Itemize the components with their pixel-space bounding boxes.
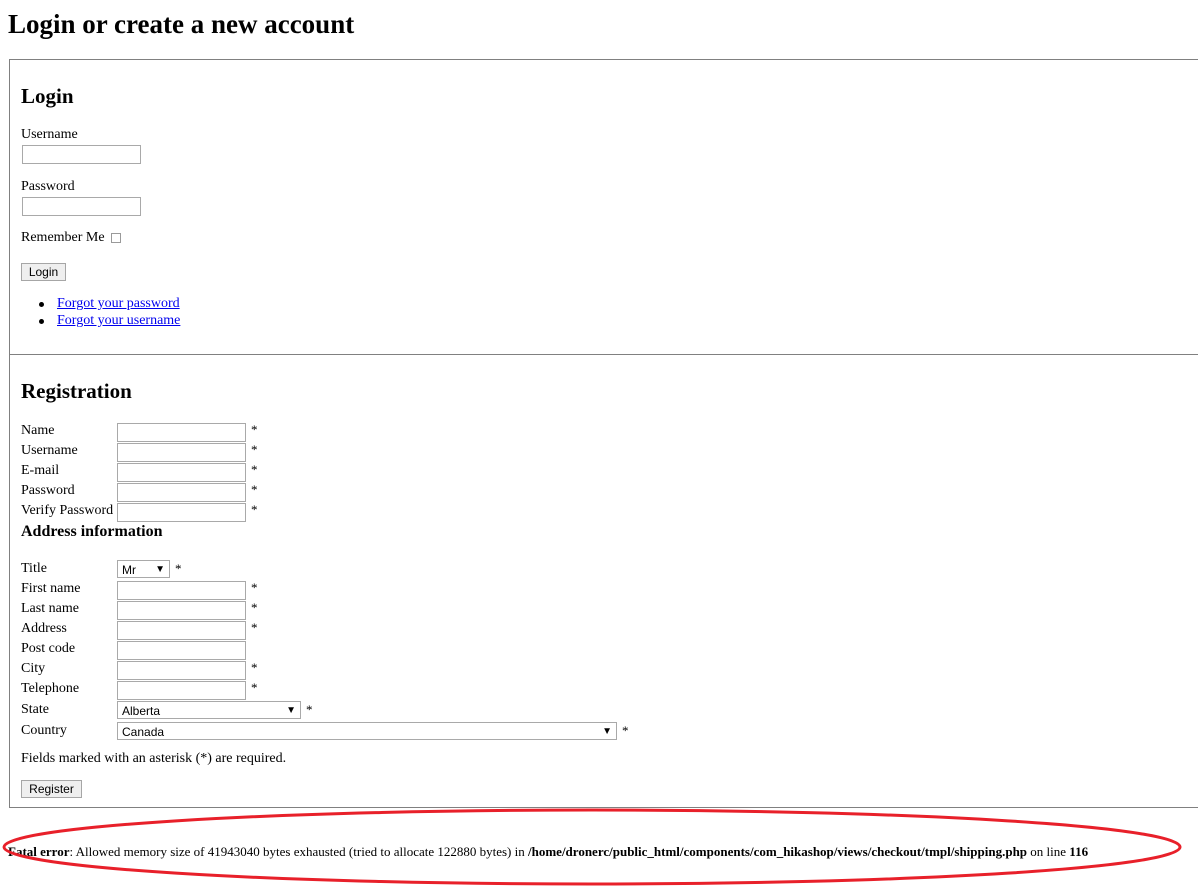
reg-username-label: Username — [21, 443, 78, 458]
reg-verify-password-label: Verify Password — [21, 503, 114, 518]
dropdown-arrow-icon: ▼ — [602, 726, 612, 737]
remember-me-checkbox[interactable] — [111, 233, 121, 243]
address-info-heading: Address information — [21, 523, 163, 540]
reg-verify-password-input[interactable] — [117, 503, 246, 522]
forgot-password-link[interactable]: Forgot your password — [57, 296, 180, 312]
required-mark: * — [306, 702, 313, 717]
reg-name-input[interactable] — [117, 423, 246, 442]
country-label: Country — [21, 723, 67, 738]
country-select-value: Canada — [122, 725, 165, 739]
required-mark: * — [251, 442, 258, 457]
forgot-username-link[interactable]: Forgot your username — [57, 313, 180, 329]
bullet-icon — [39, 302, 44, 307]
reg-username-input[interactable] — [117, 443, 246, 462]
login-username-input[interactable] — [22, 145, 141, 164]
login-fieldset — [9, 59, 1198, 355]
bullet-icon — [39, 319, 44, 324]
city-label: City — [21, 661, 46, 676]
required-mark: * — [251, 660, 258, 675]
state-select-value: Alberta — [122, 704, 161, 718]
state-label: State — [21, 702, 49, 717]
last-name-label: Last name — [21, 601, 79, 616]
required-mark: * — [251, 502, 258, 517]
error-highlight-ellipse — [2, 808, 1182, 886]
login-button[interactable]: Login — [21, 263, 66, 281]
first-name-label: First name — [21, 581, 81, 596]
required-mark: * — [251, 482, 258, 497]
required-mark: * — [251, 680, 258, 695]
required-mark: * — [622, 723, 629, 738]
register-button[interactable]: Register — [21, 780, 82, 798]
address-label: Address — [21, 621, 67, 636]
required-mark: * — [251, 422, 258, 437]
login-username-label: Username — [21, 127, 78, 142]
country-select[interactable]: Canada ▼ — [117, 722, 617, 740]
state-select[interactable]: Alberta ▼ — [117, 701, 301, 719]
title-label: Title — [21, 561, 47, 576]
title-select[interactable]: Mr ▼ — [117, 560, 170, 578]
dropdown-arrow-icon: ▼ — [155, 564, 165, 575]
reg-password-input[interactable] — [117, 483, 246, 502]
registration-heading: Registration — [21, 379, 132, 403]
required-mark: * — [251, 620, 258, 635]
login-password-input[interactable] — [22, 197, 141, 216]
first-name-input[interactable] — [117, 581, 246, 600]
reg-email-input[interactable] — [117, 463, 246, 482]
required-mark: * — [251, 600, 258, 615]
page-title: Login or create a new account — [8, 9, 355, 39]
required-mark: * — [175, 561, 182, 576]
error-highlight-ellipse-shape — [2, 808, 1182, 886]
telephone-input[interactable] — [117, 681, 246, 700]
dropdown-arrow-icon: ▼ — [286, 705, 296, 716]
required-fields-note: Fields marked with an asterisk (*) are r… — [21, 751, 287, 766]
reg-password-label: Password — [21, 483, 75, 498]
required-mark: * — [251, 580, 258, 595]
last-name-input[interactable] — [117, 601, 246, 620]
telephone-label: Telephone — [21, 681, 80, 696]
city-input[interactable] — [117, 661, 246, 680]
required-mark: * — [251, 462, 258, 477]
remember-me-label: Remember Me — [21, 230, 105, 245]
login-password-label: Password — [21, 179, 75, 194]
title-select-value: Mr — [122, 563, 136, 577]
post-code-input[interactable] — [117, 641, 246, 660]
address-input[interactable] — [117, 621, 246, 640]
reg-email-label: E-mail — [21, 463, 60, 478]
login-heading: Login — [21, 84, 74, 108]
post-code-label: Post code — [21, 641, 76, 656]
reg-name-label: Name — [21, 423, 55, 438]
